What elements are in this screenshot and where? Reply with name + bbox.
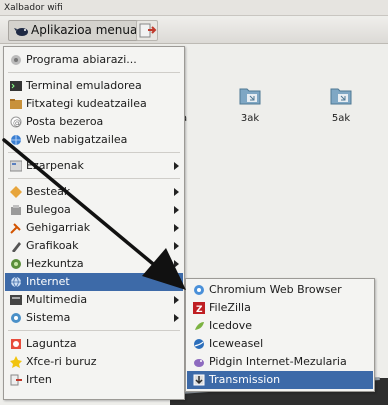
submenu-arrow-icon xyxy=(174,314,179,322)
menu-separator xyxy=(8,330,180,331)
submenu-arrow-icon xyxy=(174,188,179,196)
submenu-item-transmission[interactable]: Transmission xyxy=(187,371,373,389)
submenu-arrow-icon xyxy=(174,224,179,232)
menu-separator xyxy=(8,178,180,179)
window-title: Xalbador wifi xyxy=(0,0,388,16)
submenu-item-filezilla[interactable]: Z FileZilla xyxy=(187,299,373,317)
web-browser-icon xyxy=(10,134,22,146)
menu-item-education[interactable]: Hezkuntza xyxy=(5,255,183,273)
submenu-arrow-icon xyxy=(174,260,179,268)
submenu-item-label: FileZilla xyxy=(209,301,251,314)
submenu-item-label: Chromium Web Browser xyxy=(209,283,342,296)
exit-launcher-icon xyxy=(139,23,157,38)
submenu-item-iceweasel[interactable]: Iceweasel xyxy=(187,335,373,353)
menu-item-label: Posta bezeroa xyxy=(26,115,104,128)
menu-item-about-xfce[interactable]: Xfce-ri buruz xyxy=(5,353,183,371)
menu-item-office[interactable]: Bulegoa xyxy=(5,201,183,219)
settings-icon xyxy=(9,160,23,172)
system-icon xyxy=(10,312,22,324)
menu-item-label: Irten xyxy=(26,373,52,386)
submenu-item-pidgin[interactable]: Pidgin Internet-Mezularia xyxy=(187,353,373,371)
menu-item-label: Gehigarriak xyxy=(26,221,91,234)
menu-separator xyxy=(8,72,180,73)
submenu-item-label: Pidgin Internet-Mezularia xyxy=(209,355,347,368)
file-manager-icon xyxy=(10,98,22,110)
menu-item-label: Multimedia xyxy=(26,293,88,306)
logout-icon xyxy=(10,374,22,386)
menu-item-label: Bulegoa xyxy=(26,203,71,216)
submenu-arrow-icon xyxy=(174,162,179,170)
menu-item-label: Grafikoak xyxy=(26,239,79,252)
menu-separator xyxy=(8,152,180,153)
app-menu-button[interactable]: Aplikazioa menua xyxy=(8,20,145,41)
app-menu-label: Aplikazioa menua xyxy=(31,23,138,37)
submenu-arrow-icon xyxy=(174,242,179,250)
education-icon xyxy=(10,258,22,270)
submenu-arrow-icon xyxy=(174,278,179,286)
filezilla-icon: Z xyxy=(193,302,205,315)
folder-icon xyxy=(238,84,262,106)
desktop-folder-label: 3ak xyxy=(240,113,260,124)
chromium-icon xyxy=(193,284,205,296)
menu-item-multimedia[interactable]: Multimedia xyxy=(5,291,183,309)
desktop-folder-label: 5ak xyxy=(331,113,351,124)
menu-item-label: Sistema xyxy=(26,311,71,324)
icedove-icon xyxy=(193,320,205,332)
folder-icon xyxy=(329,84,353,106)
submenu-item-icedove[interactable]: Icedove xyxy=(187,317,373,335)
menu-item-logout[interactable]: Irten xyxy=(5,371,183,389)
menu-item-label: Ezarpenak xyxy=(26,159,84,172)
menu-item-label: Fitxategi kudeatzailea xyxy=(26,97,147,110)
mail-icon: @ xyxy=(10,116,22,128)
svg-text:Z: Z xyxy=(196,305,203,314)
menu-item-label: Hezkuntza xyxy=(26,257,84,270)
application-menu: Programa abiarazi... Terminal emuladorea… xyxy=(3,46,185,400)
menu-item-mail[interactable]: @ Posta bezeroa xyxy=(5,113,183,131)
xfce-mouse-icon xyxy=(13,24,29,37)
transmission-icon xyxy=(193,374,205,386)
terminal-icon xyxy=(10,80,22,92)
menu-item-graphics[interactable]: Grafikoak xyxy=(5,237,183,255)
panel-launcher-button[interactable] xyxy=(136,20,158,41)
menu-item-label: Programa abiarazi... xyxy=(26,53,137,66)
menu-item-web-browser[interactable]: Web nabigatzailea xyxy=(5,131,183,149)
menu-item-file-manager[interactable]: Fitxategi kudeatzailea xyxy=(5,95,183,113)
help-icon xyxy=(10,338,22,350)
desktop-folder-3ak[interactable]: 3ak xyxy=(225,84,275,125)
menu-item-terminal[interactable]: Terminal emuladorea xyxy=(5,77,183,95)
svg-text:@: @ xyxy=(13,118,21,127)
pidgin-icon xyxy=(193,356,205,368)
submenu-item-label: Transmission xyxy=(209,373,281,386)
menu-item-system[interactable]: Sistema xyxy=(5,309,183,327)
menu-item-other[interactable]: Besteak xyxy=(5,183,183,201)
about-icon xyxy=(10,356,22,368)
submenu-arrow-icon xyxy=(174,206,179,214)
run-icon xyxy=(10,54,22,66)
office-icon xyxy=(10,204,22,216)
internet-submenu: Chromium Web Browser Z FileZilla Icedove… xyxy=(185,278,375,392)
submenu-item-chromium[interactable]: Chromium Web Browser xyxy=(187,281,373,299)
desktop-folder-5ak[interactable]: 5ak xyxy=(316,84,366,125)
submenu-item-label: Iceweasel xyxy=(209,337,264,350)
internet-icon xyxy=(10,276,22,288)
submenu-arrow-icon xyxy=(174,296,179,304)
menu-item-label: Internet xyxy=(26,275,70,288)
menu-item-label: Web nabigatzailea xyxy=(26,133,128,146)
multimedia-icon xyxy=(10,294,22,306)
menu-item-label: Terminal emuladorea xyxy=(26,79,142,92)
submenu-item-label: Icedove xyxy=(209,319,253,332)
menu-item-label: Xfce-ri buruz xyxy=(26,355,97,368)
accessories-icon xyxy=(10,222,22,234)
menu-item-accessories[interactable]: Gehigarriak xyxy=(5,219,183,237)
iceweasel-icon xyxy=(193,338,205,350)
menu-item-help[interactable]: Laguntza xyxy=(5,335,183,353)
menu-item-run-program[interactable]: Programa abiarazi... xyxy=(5,51,183,69)
menu-item-internet[interactable]: Internet xyxy=(5,273,183,291)
menu-item-label: Besteak xyxy=(26,185,71,198)
menu-item-settings[interactable]: Ezarpenak xyxy=(5,157,183,175)
graphics-icon xyxy=(10,240,22,253)
menu-item-label: Laguntza xyxy=(26,337,77,350)
other-icon xyxy=(10,186,22,198)
top-panel: Aplikazioa menua xyxy=(0,17,388,44)
